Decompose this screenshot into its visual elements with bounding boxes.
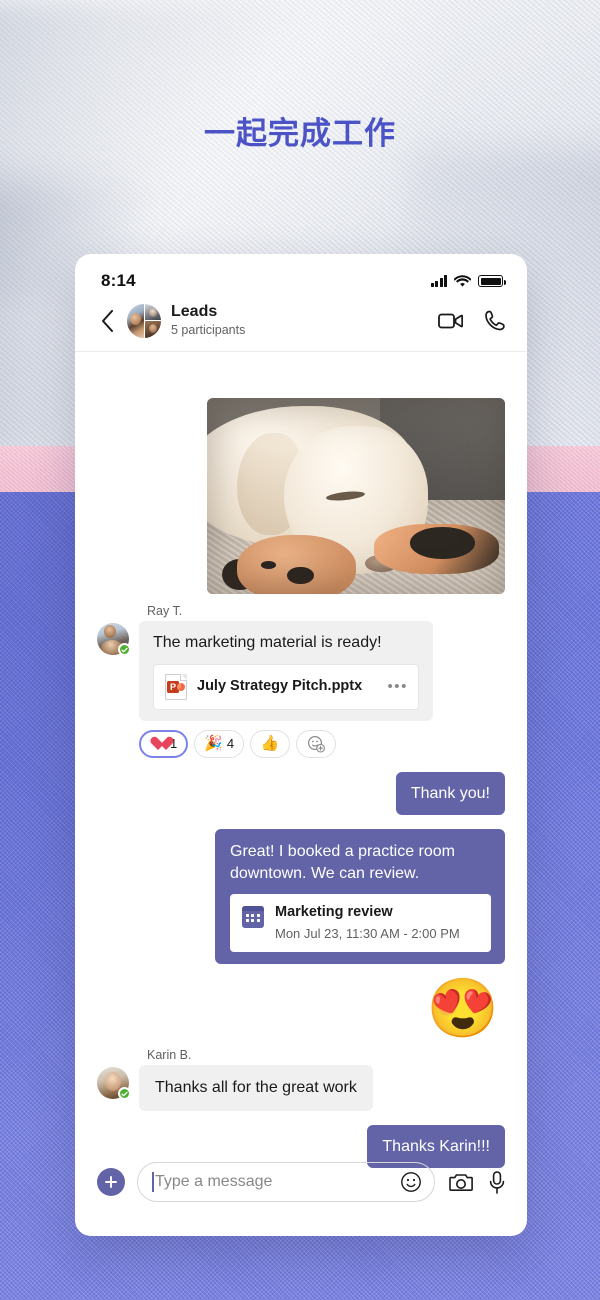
avatar[interactable] (97, 623, 131, 657)
file-attachment-card[interactable]: P July Strategy Pitch.pptx ••• (153, 663, 419, 710)
chat-participants: 5 participants (171, 323, 246, 338)
reaction-party[interactable]: 🎉 4 (194, 729, 245, 758)
incoming-bubble-column: The marketing material is ready! P July … (139, 621, 433, 758)
sender-name: Karin B. (147, 1048, 192, 1063)
outgoing-message-row: Great! I booked a practice room downtown… (97, 829, 505, 965)
calendar-icon (242, 906, 264, 929)
outgoing-message-row: Thank you! (97, 771, 505, 816)
text-cursor (152, 1172, 154, 1192)
reaction-thumbs-up[interactable]: 👍 (250, 729, 291, 758)
cellular-bars-icon (430, 275, 447, 287)
video-camera-icon[interactable] (438, 312, 463, 330)
reaction-heart[interactable]: 1 (139, 729, 189, 758)
presence-available-icon (118, 1087, 131, 1101)
message-text: The marketing material is ready! (153, 634, 382, 652)
presence-available-icon (118, 643, 131, 657)
photo-message-row (97, 352, 505, 595)
party-popper-reaction-icon: 🎉 (204, 735, 223, 753)
avatar[interactable] (97, 1067, 131, 1101)
message-thread[interactable]: Ray T. The marketing material is ready! (75, 352, 527, 1169)
chevron-left-icon (101, 309, 113, 332)
sleeping-labrador-photo[interactable] (207, 398, 505, 595)
plus-icon (105, 1176, 117, 1188)
message-input-wrapper[interactable]: Type a message (137, 1162, 435, 1202)
event-time: Mon Jul 23, 11:30 AM - 2:00 PM (275, 925, 460, 941)
file-name: July Strategy Pitch.pptx (197, 677, 363, 694)
compose-bar: Type a message (75, 1146, 527, 1236)
search-input-placeholder: Type a message (155, 1173, 273, 1190)
phone-mockup: 8:14 Leads 5 participants Ray T. The mar… (75, 254, 527, 1236)
compose-actions (449, 1170, 505, 1194)
phone-icon[interactable] (485, 310, 505, 331)
message-bubble[interactable]: Great! I booked a practice room downtown… (215, 829, 505, 965)
thumbs-up-reaction-icon: 👍 (260, 735, 280, 753)
status-bar: 8:14 (75, 254, 527, 300)
chat-title: Leads (171, 303, 218, 320)
incoming-message-row: The marketing material is ready! P July … (97, 621, 505, 758)
wifi-icon (454, 274, 471, 287)
reaction-count: 4 (226, 736, 235, 752)
smiley-icon[interactable] (400, 1171, 422, 1193)
calendar-event-card[interactable]: Marketing review Mon Jul 23, 11:30 AM - … (230, 894, 491, 953)
message-bubble[interactable]: The marketing material is ready! P July … (139, 621, 433, 721)
file-more-options-button[interactable]: ••• (387, 679, 408, 694)
incoming-message-row: Thanks all for the great work (97, 1065, 505, 1111)
heart-eyes-emoji-sticker[interactable]: 😍 (427, 980, 499, 1038)
event-details: Marketing review Mon Jul 23, 11:30 AM - … (275, 903, 460, 942)
marketing-screenshot: 一起完成工作 8:14 Leads 5 participants Ray T. … (0, 0, 600, 1300)
header-actions (438, 310, 505, 331)
back-button[interactable] (93, 305, 121, 337)
add-reaction-icon (308, 735, 326, 753)
microphone-icon[interactable] (489, 1170, 505, 1194)
add-reaction-button[interactable] (296, 729, 337, 758)
camera-icon[interactable] (449, 1172, 473, 1193)
powerpoint-file-icon: P (165, 673, 187, 700)
chat-header: Leads 5 participants (75, 300, 527, 353)
group-avatar[interactable] (127, 303, 161, 338)
event-title: Marketing review (275, 904, 393, 921)
heart-reaction-icon (150, 736, 166, 752)
add-attachment-button[interactable] (97, 1168, 125, 1196)
message-text: Great! I booked a practice room downtown… (230, 843, 455, 882)
reaction-bar: 1 🎉 4 👍 (139, 729, 433, 758)
sticker-message-row: 😍 (97, 980, 505, 1038)
message-bubble[interactable]: Thank you! (395, 771, 505, 816)
battery-full-icon (478, 275, 506, 287)
page-title: 一起完成工作 (204, 116, 396, 151)
chat-title-block[interactable]: Leads 5 participants (171, 302, 438, 339)
message-bubble[interactable]: Thanks all for the great work (139, 1065, 373, 1111)
status-time: 8:14 (101, 271, 136, 290)
status-indicators (430, 274, 506, 288)
sender-name: Ray T. (147, 604, 183, 619)
incoming-bubble-column: Thanks all for the great work (139, 1065, 373, 1111)
